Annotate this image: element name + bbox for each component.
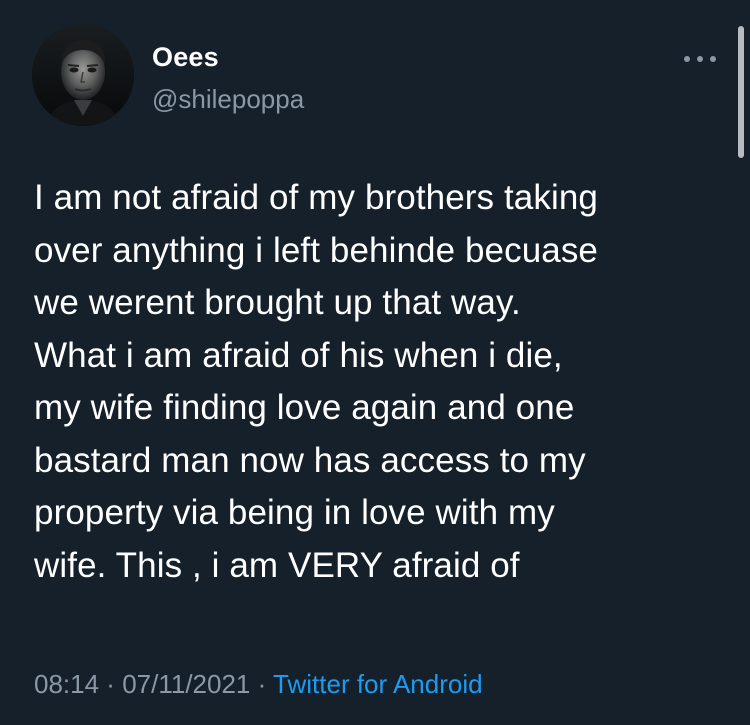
scrollbar[interactable]	[738, 26, 744, 158]
tweet-date[interactable]: 07/11/2021	[122, 669, 250, 699]
tweet-text: I am not afraid of my brothers taking ov…	[34, 178, 598, 585]
more-options-button[interactable]	[680, 44, 720, 74]
avatar-portrait-icon	[32, 24, 134, 126]
avatar[interactable]	[32, 24, 134, 126]
more-horizontal-icon	[684, 56, 716, 62]
meta-separator: ·	[99, 669, 123, 699]
tweet-source-link[interactable]: Twitter for Android	[273, 669, 483, 699]
author-handle[interactable]: @shilepoppa	[152, 84, 304, 115]
tweet-metadata: 08:14 · 07/11/2021 · Twitter for Android	[34, 669, 483, 700]
meta-separator: ·	[250, 669, 274, 699]
tweet-time[interactable]: 08:14	[34, 669, 99, 699]
author-display-name[interactable]: Oees	[152, 42, 219, 73]
